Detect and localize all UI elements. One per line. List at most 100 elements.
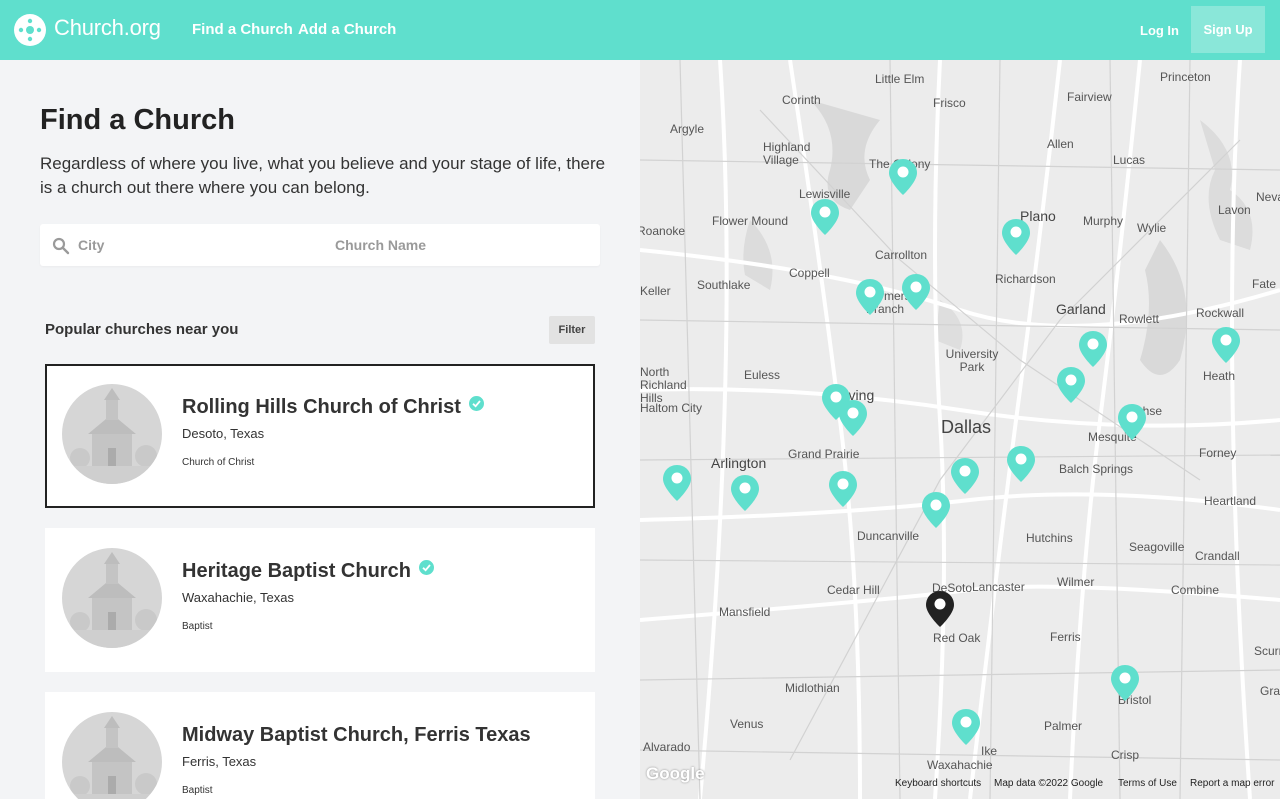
map-place-label: Cedar Hill bbox=[827, 583, 880, 597]
terms-of-use-link[interactable]: Terms of Use bbox=[1118, 778, 1177, 789]
map-place-label: Hutchins bbox=[1026, 531, 1073, 545]
map-place-label: Fairview bbox=[1067, 90, 1112, 104]
section-title: Popular churches near you bbox=[45, 321, 239, 338]
church-name-text[interactable]: Rolling Hills Church of Christ bbox=[182, 396, 461, 418]
church-name[interactable]: Rolling Hills Church of Christ bbox=[182, 396, 484, 419]
map-place-label: Frisco bbox=[933, 96, 966, 110]
church-map-pin-icon[interactable] bbox=[1001, 218, 1031, 256]
map-place-label: Dallas bbox=[941, 417, 992, 437]
sign-up-button[interactable]: Sign Up bbox=[1191, 6, 1265, 53]
map-place-label: Allen bbox=[1047, 137, 1074, 151]
google-logo: Google bbox=[646, 764, 705, 783]
map-place-label: Keller bbox=[640, 284, 671, 298]
church-map-pin-icon[interactable] bbox=[1211, 326, 1241, 364]
church-map-pin-icon[interactable] bbox=[855, 278, 885, 316]
map-place-label: Forney bbox=[1199, 446, 1237, 460]
church-name[interactable]: Heritage Baptist Church bbox=[182, 560, 434, 583]
search-icon bbox=[52, 237, 70, 255]
church-card[interactable]: Rolling Hills Church of Christ Desoto, T… bbox=[45, 364, 595, 508]
church-image-placeholder bbox=[62, 548, 162, 648]
map-place-label: Palmer bbox=[1044, 719, 1083, 733]
log-in-link[interactable]: Log In bbox=[1140, 23, 1179, 38]
map-place-label: Rowlett bbox=[1119, 312, 1160, 326]
map-place-label: Balch Springs bbox=[1059, 462, 1134, 476]
church-map-pin-icon[interactable] bbox=[901, 273, 931, 311]
church-name-text[interactable]: Heritage Baptist Church bbox=[182, 560, 411, 582]
map-place-label: Roanoke bbox=[640, 224, 686, 238]
church-map-pin-icon[interactable] bbox=[1078, 330, 1108, 368]
church-denomination: Church of Christ bbox=[182, 457, 255, 468]
church-image-placeholder bbox=[62, 712, 162, 799]
map-place-label: Lucas bbox=[1113, 153, 1146, 167]
map-place-label: Euless bbox=[744, 368, 781, 382]
map-place-label: Grand Prairie bbox=[788, 447, 860, 461]
church-location: Ferris, Texas bbox=[182, 754, 257, 769]
verified-check-icon bbox=[468, 396, 484, 411]
church-map-pin-icon[interactable] bbox=[1006, 445, 1036, 483]
map-place-label: Corinth bbox=[782, 93, 821, 107]
church-map-pin-icon[interactable] bbox=[1056, 366, 1086, 404]
map-place-label: North Richland Hills bbox=[640, 365, 687, 405]
map-place-label: Scurry bbox=[1254, 644, 1280, 658]
church-name-text[interactable]: Midway Baptist Church, Ferris Texas bbox=[182, 724, 531, 746]
church-map-pin-icon[interactable] bbox=[951, 708, 981, 746]
church-card[interactable]: Heritage Baptist Church Waxahachie, Texa… bbox=[45, 528, 595, 672]
church-map-pin-icon[interactable] bbox=[828, 470, 858, 508]
search-bar bbox=[40, 224, 600, 266]
church-map-pin-icon[interactable] bbox=[662, 464, 692, 502]
church-map-pin-icon[interactable] bbox=[1117, 403, 1147, 441]
church-map-pin-icon[interactable] bbox=[921, 491, 951, 529]
map-place-label: Arlington bbox=[711, 455, 767, 471]
map-place-label: Crisp bbox=[1111, 748, 1140, 762]
church-map-pin-icon[interactable] bbox=[730, 474, 760, 512]
map-place-label: Haltom City bbox=[640, 401, 703, 415]
church-denomination: Baptist bbox=[182, 785, 213, 796]
church-map-pin-icon[interactable] bbox=[810, 198, 840, 236]
map-place-label: Little Elm bbox=[875, 72, 925, 86]
map-place-label: Grays Prairie bbox=[1260, 684, 1280, 698]
map-place-label: Ferris bbox=[1050, 630, 1081, 644]
map-view[interactable]: Little Elm Princeton Corinth Frisco Fair… bbox=[640, 60, 1280, 799]
church-org-logo-icon[interactable] bbox=[14, 14, 46, 46]
map-place-label: Rockwall bbox=[1196, 306, 1245, 320]
search-panel: Find a Church Regardless of where you li… bbox=[0, 60, 640, 799]
map-place-label: Southlake bbox=[697, 278, 751, 292]
city-search-input[interactable] bbox=[78, 224, 328, 266]
map-place-label: University Park bbox=[945, 347, 999, 374]
map-place-label: Midlothian bbox=[785, 681, 840, 695]
church-name[interactable]: Midway Baptist Church, Ferris Texas bbox=[182, 724, 531, 747]
selected-church-map-pin-icon[interactable] bbox=[925, 590, 955, 628]
map-place-label: Waxahachie bbox=[927, 758, 993, 772]
map-place-label: Combine bbox=[1171, 583, 1220, 597]
map-place-label: Coppell bbox=[789, 266, 830, 280]
church-map-pin-icon[interactable] bbox=[950, 457, 980, 495]
report-map-error-link[interactable]: Report a map error bbox=[1190, 778, 1274, 789]
church-card[interactable]: Midway Baptist Church, Ferris Texas Ferr… bbox=[45, 692, 595, 799]
map-place-label: Lancaster bbox=[972, 580, 1025, 594]
nav-add-a-church[interactable]: Add a Church bbox=[298, 21, 396, 38]
map-place-label: Garland bbox=[1056, 301, 1106, 317]
church-map-pin-icon[interactable] bbox=[1110, 664, 1140, 702]
church-denomination: Baptist bbox=[182, 621, 213, 632]
brand-name[interactable]: Church.org bbox=[54, 15, 161, 41]
church-image-placeholder bbox=[62, 384, 162, 484]
map-place-label: Lavon bbox=[1218, 203, 1251, 217]
church-location: Waxahachie, Texas bbox=[182, 590, 295, 605]
map-place-label: Venus bbox=[730, 717, 764, 731]
map-place-label: Seagoville bbox=[1129, 540, 1185, 554]
map-place-label: Flower Mound bbox=[712, 214, 789, 228]
nav-find-a-church[interactable]: Find a Church bbox=[192, 21, 293, 38]
map-place-label: Mansfield bbox=[719, 605, 771, 619]
map-place-label: Fate bbox=[1252, 277, 1277, 291]
church-map-pin-icon[interactable] bbox=[838, 399, 868, 437]
church-map-pin-icon[interactable] bbox=[888, 158, 918, 196]
map-place-label: Heath bbox=[1203, 369, 1236, 383]
map-place-label: Murphy bbox=[1083, 214, 1124, 228]
map-place-label: Richardson bbox=[995, 272, 1056, 286]
map-place-label: Alvarado bbox=[643, 740, 691, 754]
church-name-search-input[interactable] bbox=[335, 224, 595, 266]
map-place-label: Princeton bbox=[1160, 70, 1211, 84]
filter-button[interactable]: Filter bbox=[549, 316, 595, 344]
keyboard-shortcuts-link[interactable]: Keyboard shortcuts bbox=[895, 778, 981, 789]
map-place-label: Wilmer bbox=[1057, 575, 1095, 589]
